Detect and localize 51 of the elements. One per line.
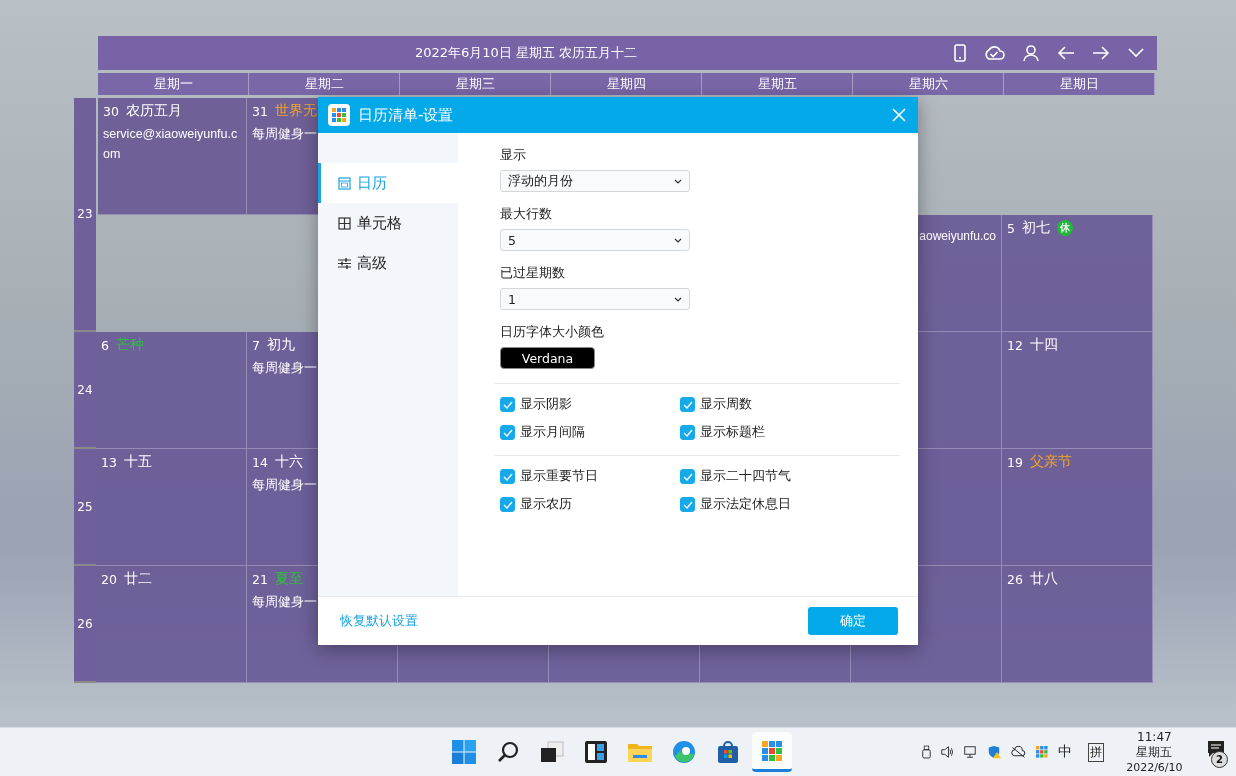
- day-lunar-label: 芒种: [115, 336, 144, 354]
- day-lunar-label: 十四: [1029, 336, 1058, 354]
- weekday-label: 星期五: [702, 73, 853, 95]
- field-label: 日历字体大小颜色: [500, 324, 605, 341]
- weekday-label: 星期日: [1004, 73, 1155, 95]
- checkbox-label: 显示月间隔: [520, 424, 585, 441]
- day-number: 26: [1007, 571, 1023, 587]
- weekday-label: 星期六: [853, 73, 1004, 95]
- day-number: 21: [252, 571, 268, 587]
- day-lunar-label: 父亲节: [1029, 453, 1072, 471]
- checkbox-label: 显示周数: [700, 396, 752, 413]
- day-number: 7: [252, 337, 260, 353]
- day-lunar-label: 初七: [1021, 219, 1050, 237]
- day-lunar-label: 世界无: [274, 102, 317, 120]
- day-number: 14: [252, 454, 268, 470]
- day-number: 12: [1007, 337, 1023, 353]
- weekday-label: 星期四: [551, 73, 702, 95]
- week-number: 26: [74, 566, 96, 683]
- dialog-title: 日历清单-设置: [358, 105, 455, 125]
- weekday-label: 星期二: [249, 73, 400, 95]
- checkbox-label: 显示农历: [520, 496, 572, 513]
- holiday-badge: 休: [1056, 220, 1073, 236]
- week-number: 24: [74, 332, 96, 449]
- day-lunar-label: 初九: [266, 336, 295, 354]
- field-label: 最大行数: [500, 206, 553, 223]
- weekday-label: 星期三: [400, 73, 551, 95]
- weekday-label: 星期一: [98, 73, 249, 95]
- notification-count-badge: 2: [1211, 751, 1228, 768]
- day-lunar-label: 农历五月: [125, 102, 182, 120]
- day-lunar-label: 廿二: [123, 570, 152, 588]
- day-number: 5: [1007, 220, 1015, 236]
- day-number: 31: [252, 103, 268, 119]
- checkbox-label: 显示阴影: [520, 396, 572, 413]
- day-number: 6: [101, 337, 109, 353]
- day-number: 20: [101, 571, 117, 587]
- day-lunar-label: 廿八: [1029, 570, 1058, 588]
- checkbox-label: 显示二十四节气: [700, 468, 791, 485]
- week-number: 23: [74, 98, 96, 332]
- field-label: 已过星期数: [500, 265, 566, 282]
- day-number: 30: [103, 103, 119, 119]
- checkbox-label: 显示法定休息日: [700, 496, 791, 513]
- checkbox-label: 显示重要节日: [520, 468, 598, 485]
- checkbox-label: 显示标题栏: [700, 424, 765, 441]
- day-lunar-label: 十五: [123, 453, 152, 471]
- day-number: 19: [1007, 454, 1023, 470]
- day-lunar-label: 夏至: [274, 570, 303, 588]
- day-number: 13: [101, 454, 117, 470]
- field-label: 显示: [500, 147, 527, 164]
- day-lunar-label: 十六: [274, 453, 303, 471]
- week-number: 25: [74, 449, 96, 566]
- calendar-title: 2022年6月10日 星期五 农历五月十二: [413, 44, 639, 62]
